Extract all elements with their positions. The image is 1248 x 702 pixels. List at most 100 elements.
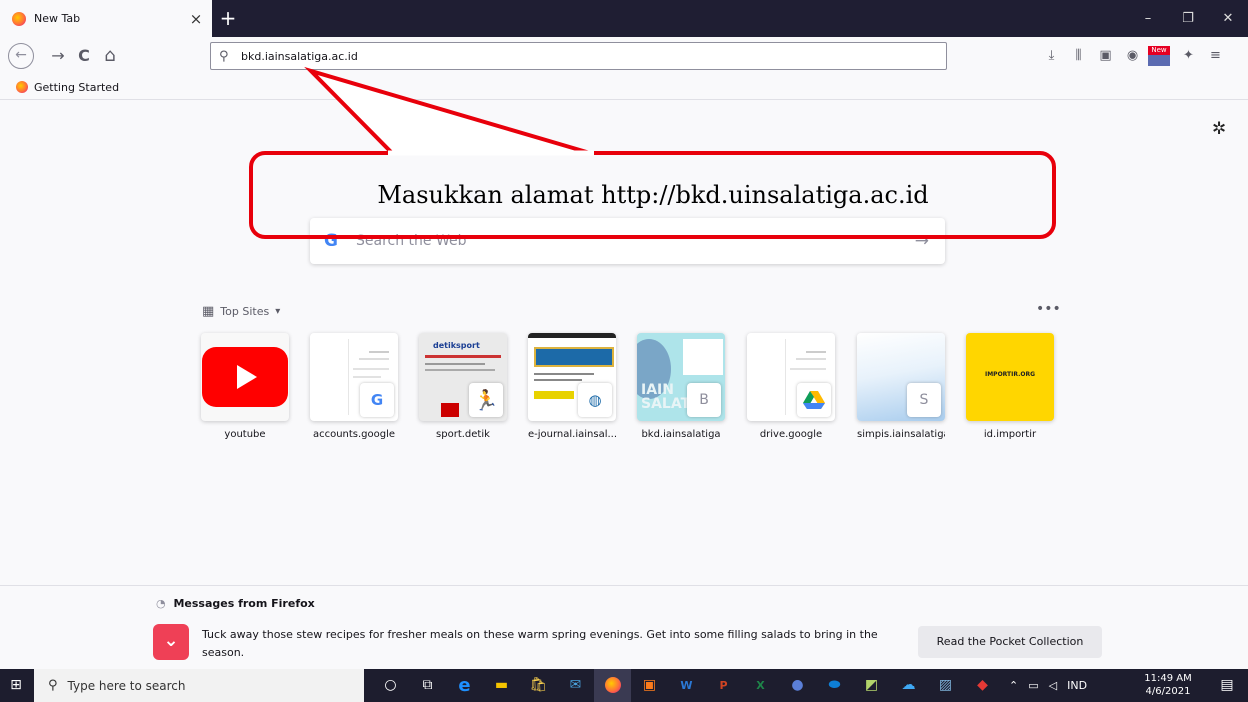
navigation-bar: ← → C ⌂ ⚲ bkd.iainsalatiga.ac.id ⤓ ⫼ ▣ ◉… (0, 37, 1248, 75)
tab-new-tab[interactable]: New Tab × (0, 0, 212, 37)
file-explorer-icon[interactable]: ▬ (483, 669, 520, 702)
top-sites-more-button[interactable]: ••• (1036, 301, 1061, 317)
mail-icon[interactable]: ✉ (557, 669, 594, 702)
importir-logo-text: IMPORTIR.ORG (984, 371, 1036, 378)
site-thumbnail: S (857, 333, 945, 421)
teamviewer-icon[interactable]: ⬬ (816, 669, 853, 702)
reload-button[interactable]: C (72, 44, 96, 68)
r-icon[interactable]: ● (779, 669, 816, 702)
tab-strip: New Tab × + – ❐ ✕ (0, 0, 1248, 37)
sidebar-icon[interactable]: ▣ (1092, 44, 1119, 68)
download-icon[interactable]: ⤓ (1038, 44, 1065, 68)
new-badge-icon[interactable]: New (1148, 46, 1170, 66)
messages-header: ◔ Messages from Firefox (156, 597, 315, 610)
forward-button[interactable]: → (46, 44, 70, 68)
site-label: drive.google (759, 429, 823, 440)
top-site-e-journal[interactable]: ◍ e-journal.iainsal... (528, 333, 616, 440)
top-site-youtube[interactable]: youtube (201, 333, 289, 440)
windows-start-icon[interactable]: ⊞ (0, 669, 32, 702)
messages-title: Messages from Firefox (173, 597, 315, 610)
close-window-button[interactable]: ✕ (1208, 0, 1248, 37)
runner-icon: 🏃 (469, 383, 503, 417)
excel-icon[interactable]: X (742, 669, 779, 702)
acrobat-icon[interactable]: ◆ (964, 669, 1001, 702)
site-label: sport.detik (436, 429, 490, 440)
url-text[interactable]: bkd.iainsalatiga.ac.id (241, 50, 358, 63)
library-icon[interactable]: ⫼ (1065, 44, 1092, 68)
site-thumbnail: IAIN SALAT B (637, 333, 725, 421)
site-label: e-journal.iainsal... (528, 429, 616, 440)
search-icon: ⚲ (48, 678, 58, 693)
read-pocket-collection-button[interactable]: Read the Pocket Collection (918, 626, 1102, 658)
menu-icon[interactable]: ≡ (1202, 44, 1229, 68)
gear-icon[interactable]: ✲ (1212, 119, 1226, 139)
pocket-icon: ⌄ (153, 624, 189, 660)
site-thumbnail: ◍ (528, 333, 616, 421)
taskbar-search-input[interactable]: Type here to search (68, 679, 186, 693)
home-button[interactable]: ⌂ (98, 44, 122, 68)
site-label: simpis.iainsalatiga (857, 429, 945, 440)
date: 4/6/2021 (1145, 686, 1191, 697)
powerpoint-icon[interactable]: P (705, 669, 742, 702)
detik-logo-text: detiksport (433, 341, 480, 350)
site-label: id.importir (983, 429, 1037, 440)
firefox-icon (16, 81, 28, 93)
chart-app-icon[interactable]: ◩ (853, 669, 890, 702)
firefox-icon (12, 11, 26, 26)
site-label: accounts.google (312, 429, 396, 440)
google-icon: G (360, 383, 394, 417)
journal-logo-icon: ◍ (578, 383, 612, 417)
network-icon[interactable]: ▭ (1028, 679, 1038, 692)
top-site-sport-detik[interactable]: detiksport 🏃 sport.detik (419, 333, 507, 440)
firefox-taskbar-icon[interactable] (594, 669, 631, 702)
edge-icon[interactable]: e (446, 669, 483, 702)
new-tab-button[interactable]: + (216, 6, 240, 30)
site-thumbnail: G (310, 333, 398, 421)
taskbar-apps: ○ ⧉ e ▬ 🛍 ✉ ▣ W P X ● ⬬ ◩ ☁ ▨ ◆ (372, 669, 1001, 702)
back-button[interactable]: ← (8, 43, 34, 69)
screen: New Tab × + – ❐ ✕ ← → C ⌂ ⚲ bkd.iainsala… (0, 0, 1248, 702)
xampp-icon[interactable]: ▣ (631, 669, 668, 702)
url-bar[interactable]: ⚲ bkd.iainsalatiga.ac.id (210, 42, 947, 70)
time: 11:49 AM (1144, 673, 1192, 684)
store-icon[interactable]: 🛍 (520, 669, 557, 702)
cortana-icon[interactable]: ○ (372, 669, 409, 702)
site-thumbnail (201, 333, 289, 421)
window-controls: – ❐ ✕ (1128, 0, 1248, 37)
site-label: bkd.iainsalatiga (641, 429, 721, 440)
top-site-drive-google[interactable]: drive.google (747, 333, 835, 440)
site-thumbnail (747, 333, 835, 421)
bookmarks-bar: Getting Started (0, 75, 1248, 100)
language-indicator[interactable]: IND (1067, 679, 1087, 692)
image-app-icon[interactable]: ▨ (927, 669, 964, 702)
account-icon[interactable]: ◉ (1119, 44, 1146, 68)
top-site-bkd[interactable]: IAIN SALAT B bkd.iainsalatiga (637, 333, 725, 440)
letter-b-icon: B (687, 383, 721, 417)
word-icon[interactable]: W (668, 669, 705, 702)
cloud-icon[interactable]: ☁ (890, 669, 927, 702)
bookmark-getting-started[interactable]: Getting Started (34, 81, 119, 94)
notification-icon[interactable]: ▤ (1212, 669, 1242, 702)
top-site-simpis[interactable]: S simpis.iainsalatiga (857, 333, 945, 440)
letter-s-icon: S (907, 383, 941, 417)
annotation-text: Masukkan alamat http://bkd.uinsalatiga.a… (377, 181, 929, 209)
minimize-button[interactable]: – (1128, 0, 1168, 37)
top-site-accounts-google[interactable]: G accounts.google (310, 333, 398, 440)
taskbar: ⊞ ⚲ Type here to search ○ ⧉ e ▬ 🛍 ✉ ▣ W … (0, 669, 1248, 702)
youtube-logo-icon (202, 347, 288, 407)
tab-close-icon[interactable]: × (186, 9, 206, 29)
maximize-button[interactable]: ❐ (1168, 0, 1208, 37)
volume-icon[interactable]: ◁ (1049, 679, 1057, 692)
grid-icon: ▦ (202, 304, 215, 319)
chevron-up-icon[interactable]: ⌃ (1009, 679, 1018, 692)
google-drive-icon (797, 383, 831, 417)
system-tray: ⌃ ▭ ◁ IND (1004, 669, 1092, 702)
taskbar-search[interactable]: ⚲ Type here to search (34, 669, 364, 702)
top-sites-header[interactable]: ▦ Top Sites ▾ (202, 304, 280, 319)
message-text: Tuck away those stew recipes for fresher… (202, 628, 878, 659)
task-view-icon[interactable]: ⧉ (409, 669, 446, 702)
extensions-icon[interactable]: ✦ (1175, 44, 1202, 68)
clock[interactable]: 11:49 AM 4/6/2021 (1138, 672, 1198, 698)
top-site-importir[interactable]: IMPORTIR.ORG id.importir (966, 333, 1054, 440)
messages-icon: ◔ (156, 597, 166, 610)
